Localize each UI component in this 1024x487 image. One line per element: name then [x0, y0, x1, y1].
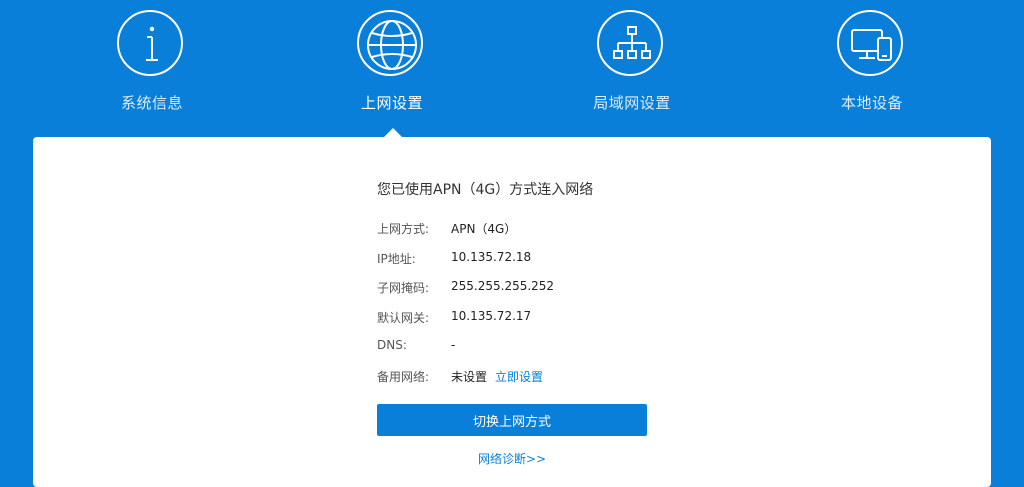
ip-label: IP地址: [377, 252, 416, 266]
nav-label-system-info: 系统信息 [120, 94, 183, 112]
network-diagnosis-link[interactable]: 网络诊断>> [377, 450, 647, 467]
top-navigation: 系统信息 上网设置 局域网设置 本地设备 [0, 0, 1024, 140]
mode-label: 上网方式: [377, 222, 430, 236]
network-tree-icon [597, 10, 663, 76]
ip-value: 10.135.72.18 [451, 250, 532, 264]
backup-label: 备用网络: [377, 370, 430, 384]
globe-icon [357, 10, 423, 76]
setup-now-link[interactable]: 立即设置 [495, 370, 543, 384]
switch-connection-mode-button[interactable]: 切换上网方式 [377, 404, 647, 436]
backup-value: 未设置 [451, 370, 488, 384]
nav-label-local-devices: 本地设备 [840, 94, 903, 112]
connection-status-title: 您已使用APN（4G）方式连入网络 [377, 182, 594, 198]
dns-label: DNS: [377, 338, 407, 352]
mask-value: 255.255.255.252 [451, 279, 555, 293]
mask-label: 子网掩码: [377, 281, 430, 295]
info-icon [117, 10, 183, 76]
backup-value-group: 未设置 立即设置 [451, 368, 543, 385]
nav-label-lan-settings: 局域网设置 [593, 94, 671, 112]
gateway-value: 10.135.72.17 [451, 309, 532, 323]
nav-label-internet-settings: 上网设置 [360, 94, 423, 112]
mode-value: APN（4G） [451, 222, 517, 236]
internet-settings-panel: 您已使用APN（4G）方式连入网络 上网方式: APN（4G） IP地址: 10… [33, 137, 991, 487]
dns-value: - [451, 338, 456, 352]
gateway-label: 默认网关: [377, 311, 430, 325]
devices-icon [837, 10, 903, 76]
